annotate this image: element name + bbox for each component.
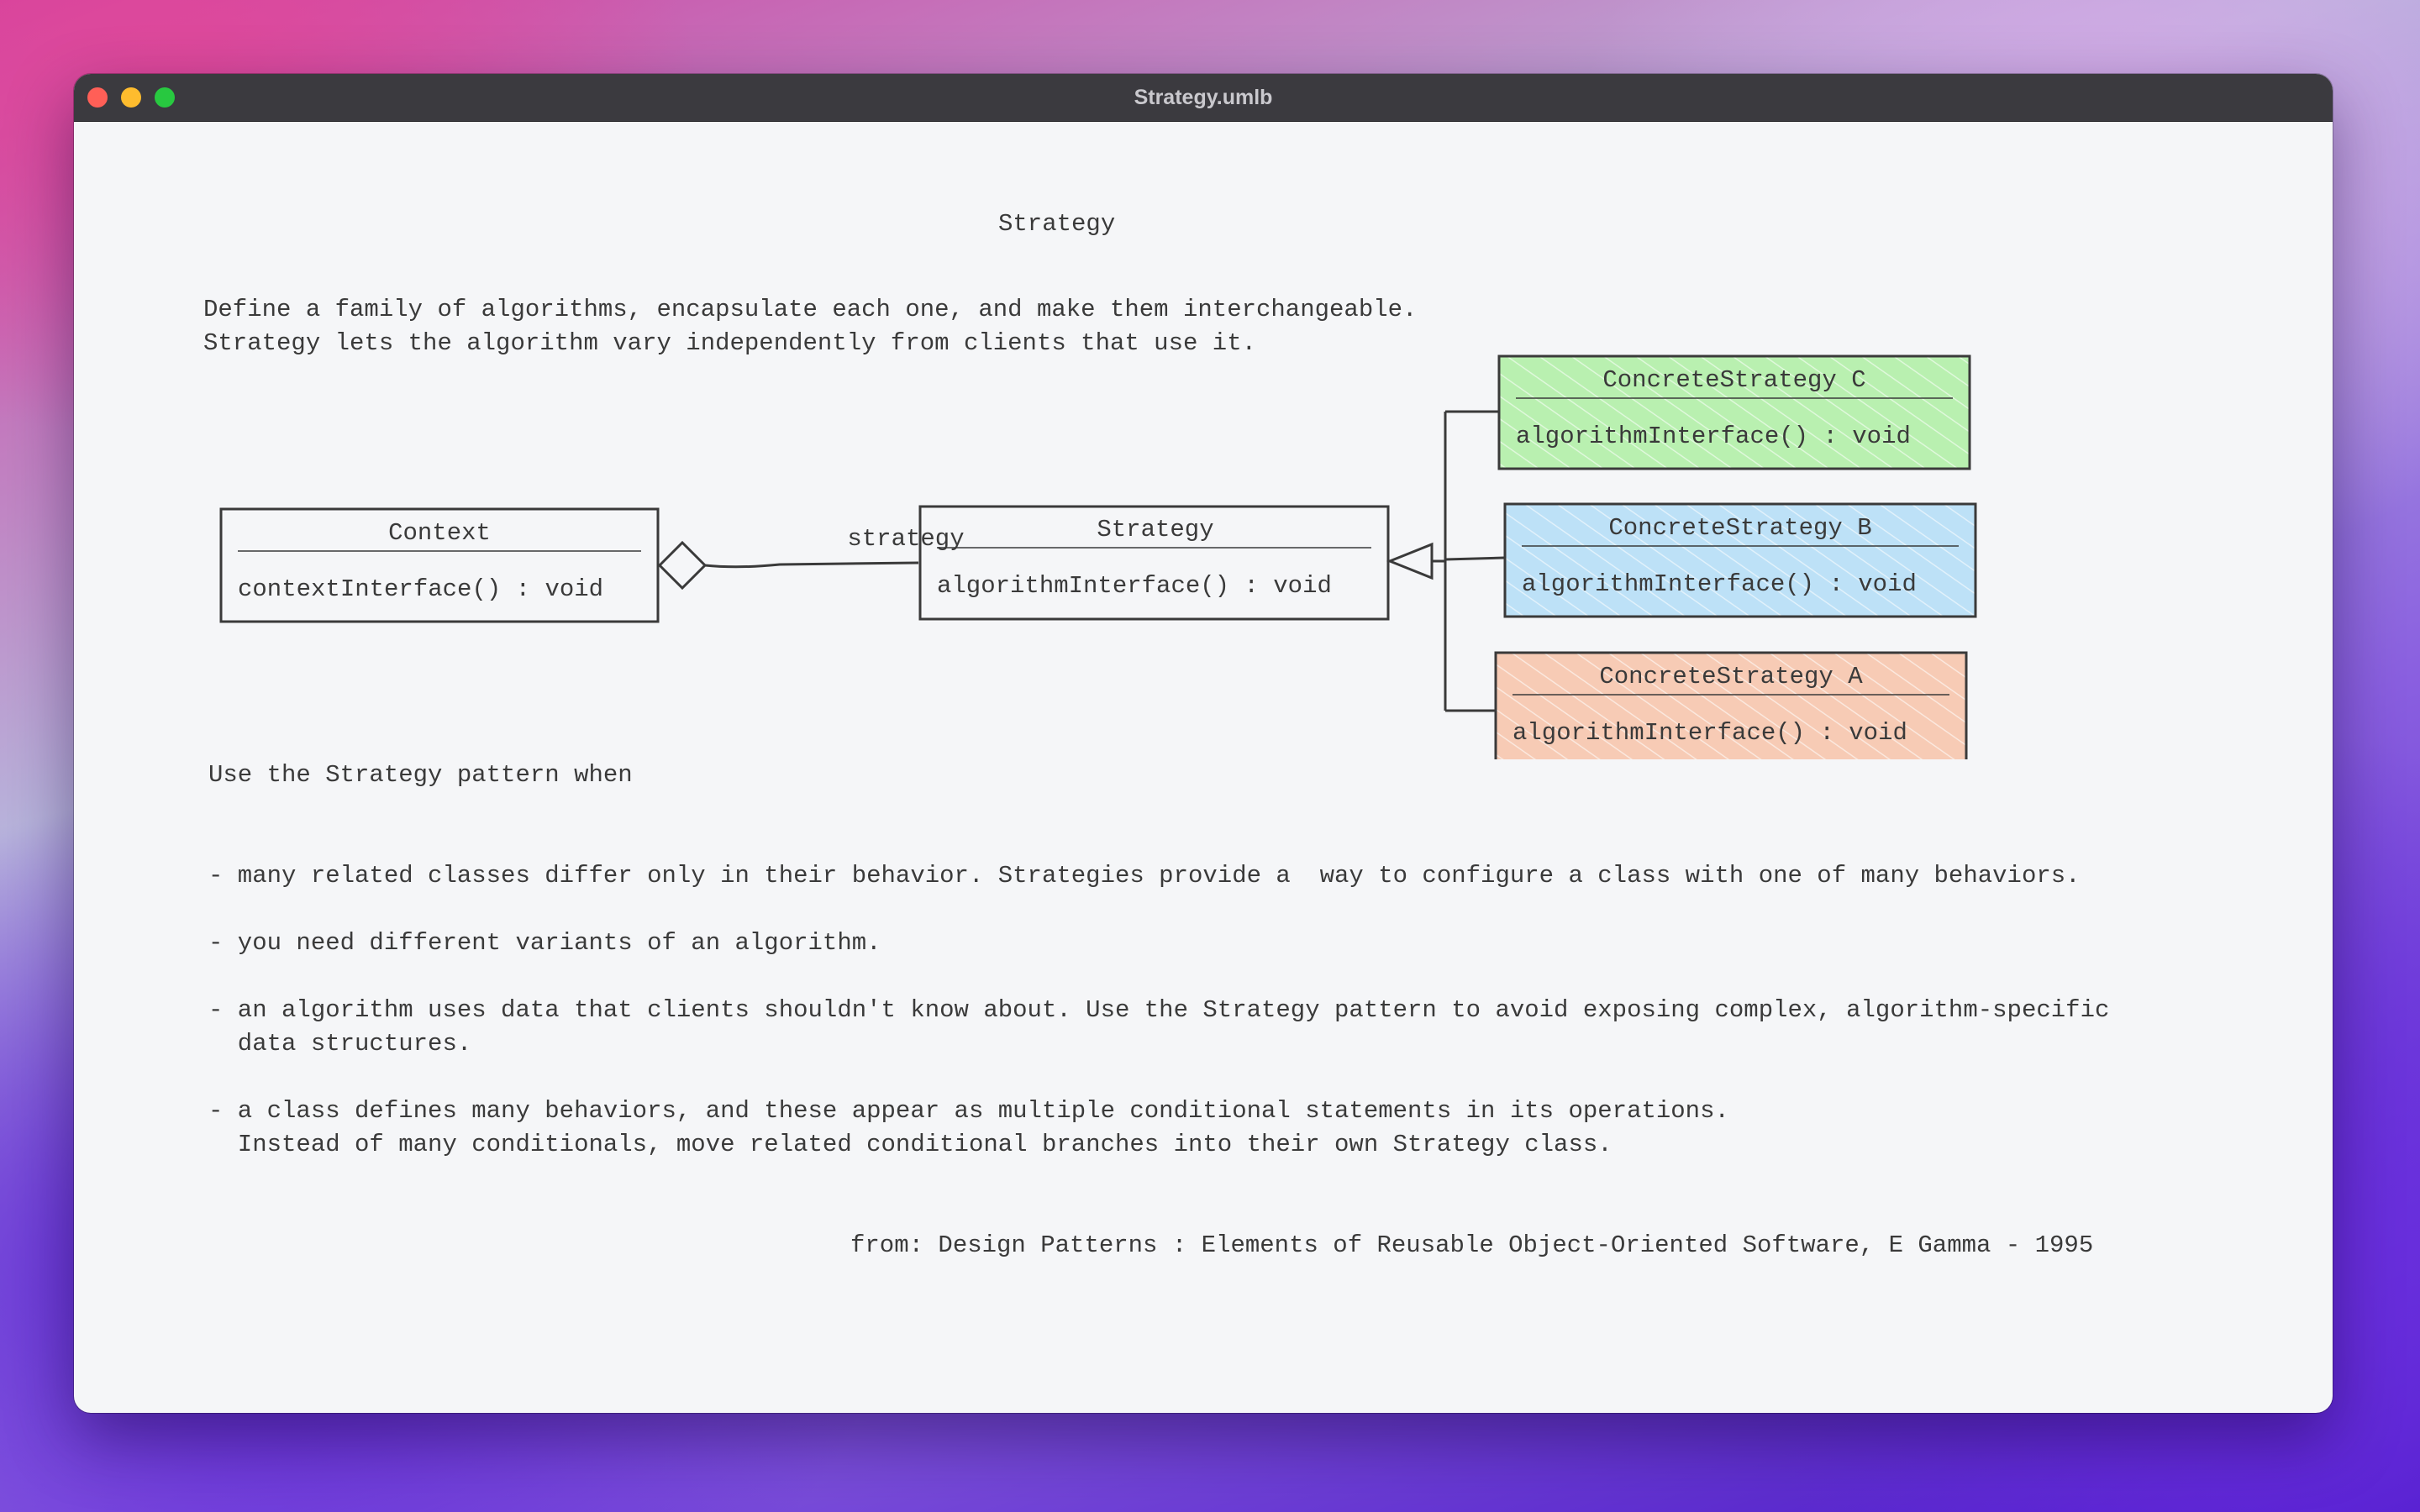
class-strategy-name: Strategy: [1097, 516, 1213, 543]
document-canvas[interactable]: Strategy Define a family of algorithms, …: [74, 121, 2333, 1413]
generalization-connector[interactable]: [1386, 410, 1505, 712]
class-concrete-b-method: algorithmInterface() : void: [1522, 570, 1917, 598]
window-title: Strategy.umlb: [1134, 86, 1273, 109]
class-concrete-strategy-b[interactable]: ConcreteStrategy B algorithmInterface() …: [1503, 502, 1977, 618]
class-concrete-strategy-c[interactable]: ConcreteStrategy C algorithmInterface() …: [1497, 354, 1971, 470]
bullet-1: - many related classes differ only in th…: [208, 862, 2081, 890]
bullet-4-cont: Instead of many conditionals, move relat…: [208, 1131, 1612, 1158]
class-concrete-a-method: algorithmInterface() : void: [1512, 719, 1907, 747]
class-concrete-c-method: algorithmInterface() : void: [1516, 423, 1911, 450]
class-concrete-c-name: ConcreteStrategy C: [1602, 366, 1865, 394]
citation: from: Design Patterns : Elements of Reus…: [850, 1231, 2094, 1259]
class-context-name: Context: [388, 519, 491, 547]
class-context[interactable]: Context contextInterface() : void: [219, 507, 660, 623]
association-label: strategy: [847, 525, 964, 553]
bullet-3-cont: data structures.: [208, 1030, 472, 1058]
class-concrete-a-name: ConcreteStrategy A: [1599, 663, 1863, 690]
bullet-3: - an algorithm uses data that clients sh…: [208, 996, 2110, 1024]
app-window: Strategy.umlb Strategy Define a family o…: [74, 74, 2333, 1413]
title-bar[interactable]: Strategy.umlb: [74, 74, 2333, 122]
class-strategy[interactable]: Strategy algorithmInterface() : void: [918, 505, 1390, 621]
bullet-4: - a class defines many behaviors, and th…: [208, 1097, 1729, 1125]
class-context-method: contextInterface() : void: [238, 575, 603, 603]
class-concrete-strategy-a[interactable]: ConcreteStrategy A algorithmInterface() …: [1494, 651, 1968, 759]
association-strategy[interactable]: strategy: [657, 525, 965, 591]
use-when-heading: Use the Strategy pattern when: [208, 761, 633, 789]
class-strategy-method: algorithmInterface() : void: [937, 572, 1332, 600]
class-concrete-b-name: ConcreteStrategy B: [1608, 514, 1871, 542]
uml-class-diagram[interactable]: Context contextInterface() : void strate…: [74, 121, 2333, 759]
bullet-2: - you need different variants of an algo…: [208, 929, 881, 957]
